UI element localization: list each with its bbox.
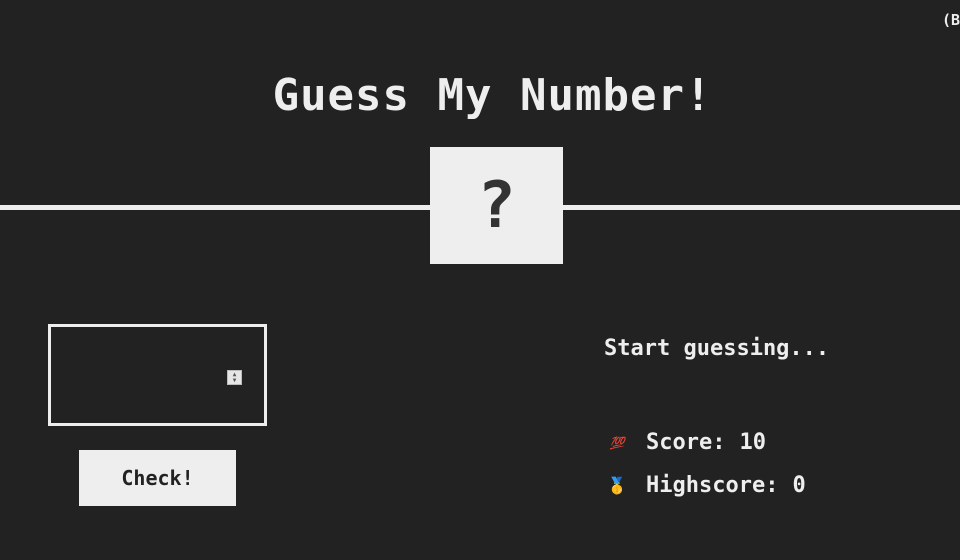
page-title: Guess My Number! <box>272 70 713 121</box>
hundred-points-icon: 💯 <box>609 435 625 450</box>
secret-number-box: ? <box>430 147 563 264</box>
spinner-down-icon[interactable]: ▼ <box>233 377 237 384</box>
number-spinner[interactable]: ▲ ▼ <box>227 370 242 385</box>
highscore-value: 0 <box>792 473 806 498</box>
guess-input[interactable]: ▲ ▼ <box>48 324 267 426</box>
highscore-row: 🥇 Highscore: 0 <box>606 473 806 498</box>
status-message: Start guessing... <box>604 336 830 361</box>
highscore-label: Highscore: <box>646 473 779 498</box>
medal-icon: 🥇 <box>607 476 627 495</box>
top-hint-text: (B <box>941 11 960 29</box>
score-label: Score: <box>646 430 726 455</box>
score-row: 💯 Score: 10 <box>606 430 766 455</box>
score-value: 10 <box>739 430 766 455</box>
check-button[interactable]: Check! <box>79 450 236 506</box>
